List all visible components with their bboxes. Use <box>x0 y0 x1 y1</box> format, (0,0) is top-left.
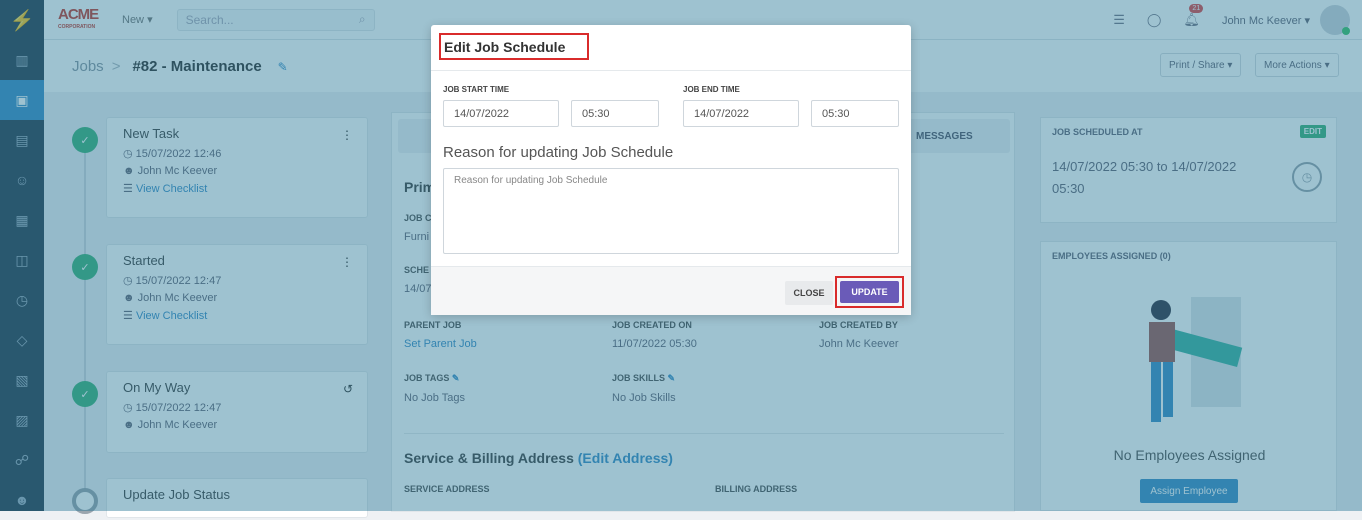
update-button-highlight: UPDATE <box>835 276 904 308</box>
end-date-input[interactable]: 14/07/2022 <box>683 100 799 127</box>
start-time-label: JOB START TIME <box>443 85 510 94</box>
modal-footer: CLOSE UPDATE <box>431 266 911 315</box>
modal-header: Edit Job Schedule <box>431 25 911 71</box>
modal-title: Edit Job Schedule <box>439 33 589 60</box>
end-time-label: JOB END TIME <box>683 85 740 94</box>
close-button[interactable]: CLOSE <box>785 281 833 305</box>
start-date-input[interactable]: 14/07/2022 <box>443 100 559 127</box>
edit-job-schedule-modal: Edit Job Schedule JOB START TIME JOB END… <box>431 25 911 315</box>
start-time-input[interactable]: 05:30 <box>571 100 659 127</box>
end-time-input[interactable]: 05:30 <box>811 100 899 127</box>
reason-label: Reason for updating Job Schedule <box>443 144 674 161</box>
update-button[interactable]: UPDATE <box>840 281 899 303</box>
reason-textarea[interactable]: Reason for updating Job Schedule <box>443 168 899 254</box>
